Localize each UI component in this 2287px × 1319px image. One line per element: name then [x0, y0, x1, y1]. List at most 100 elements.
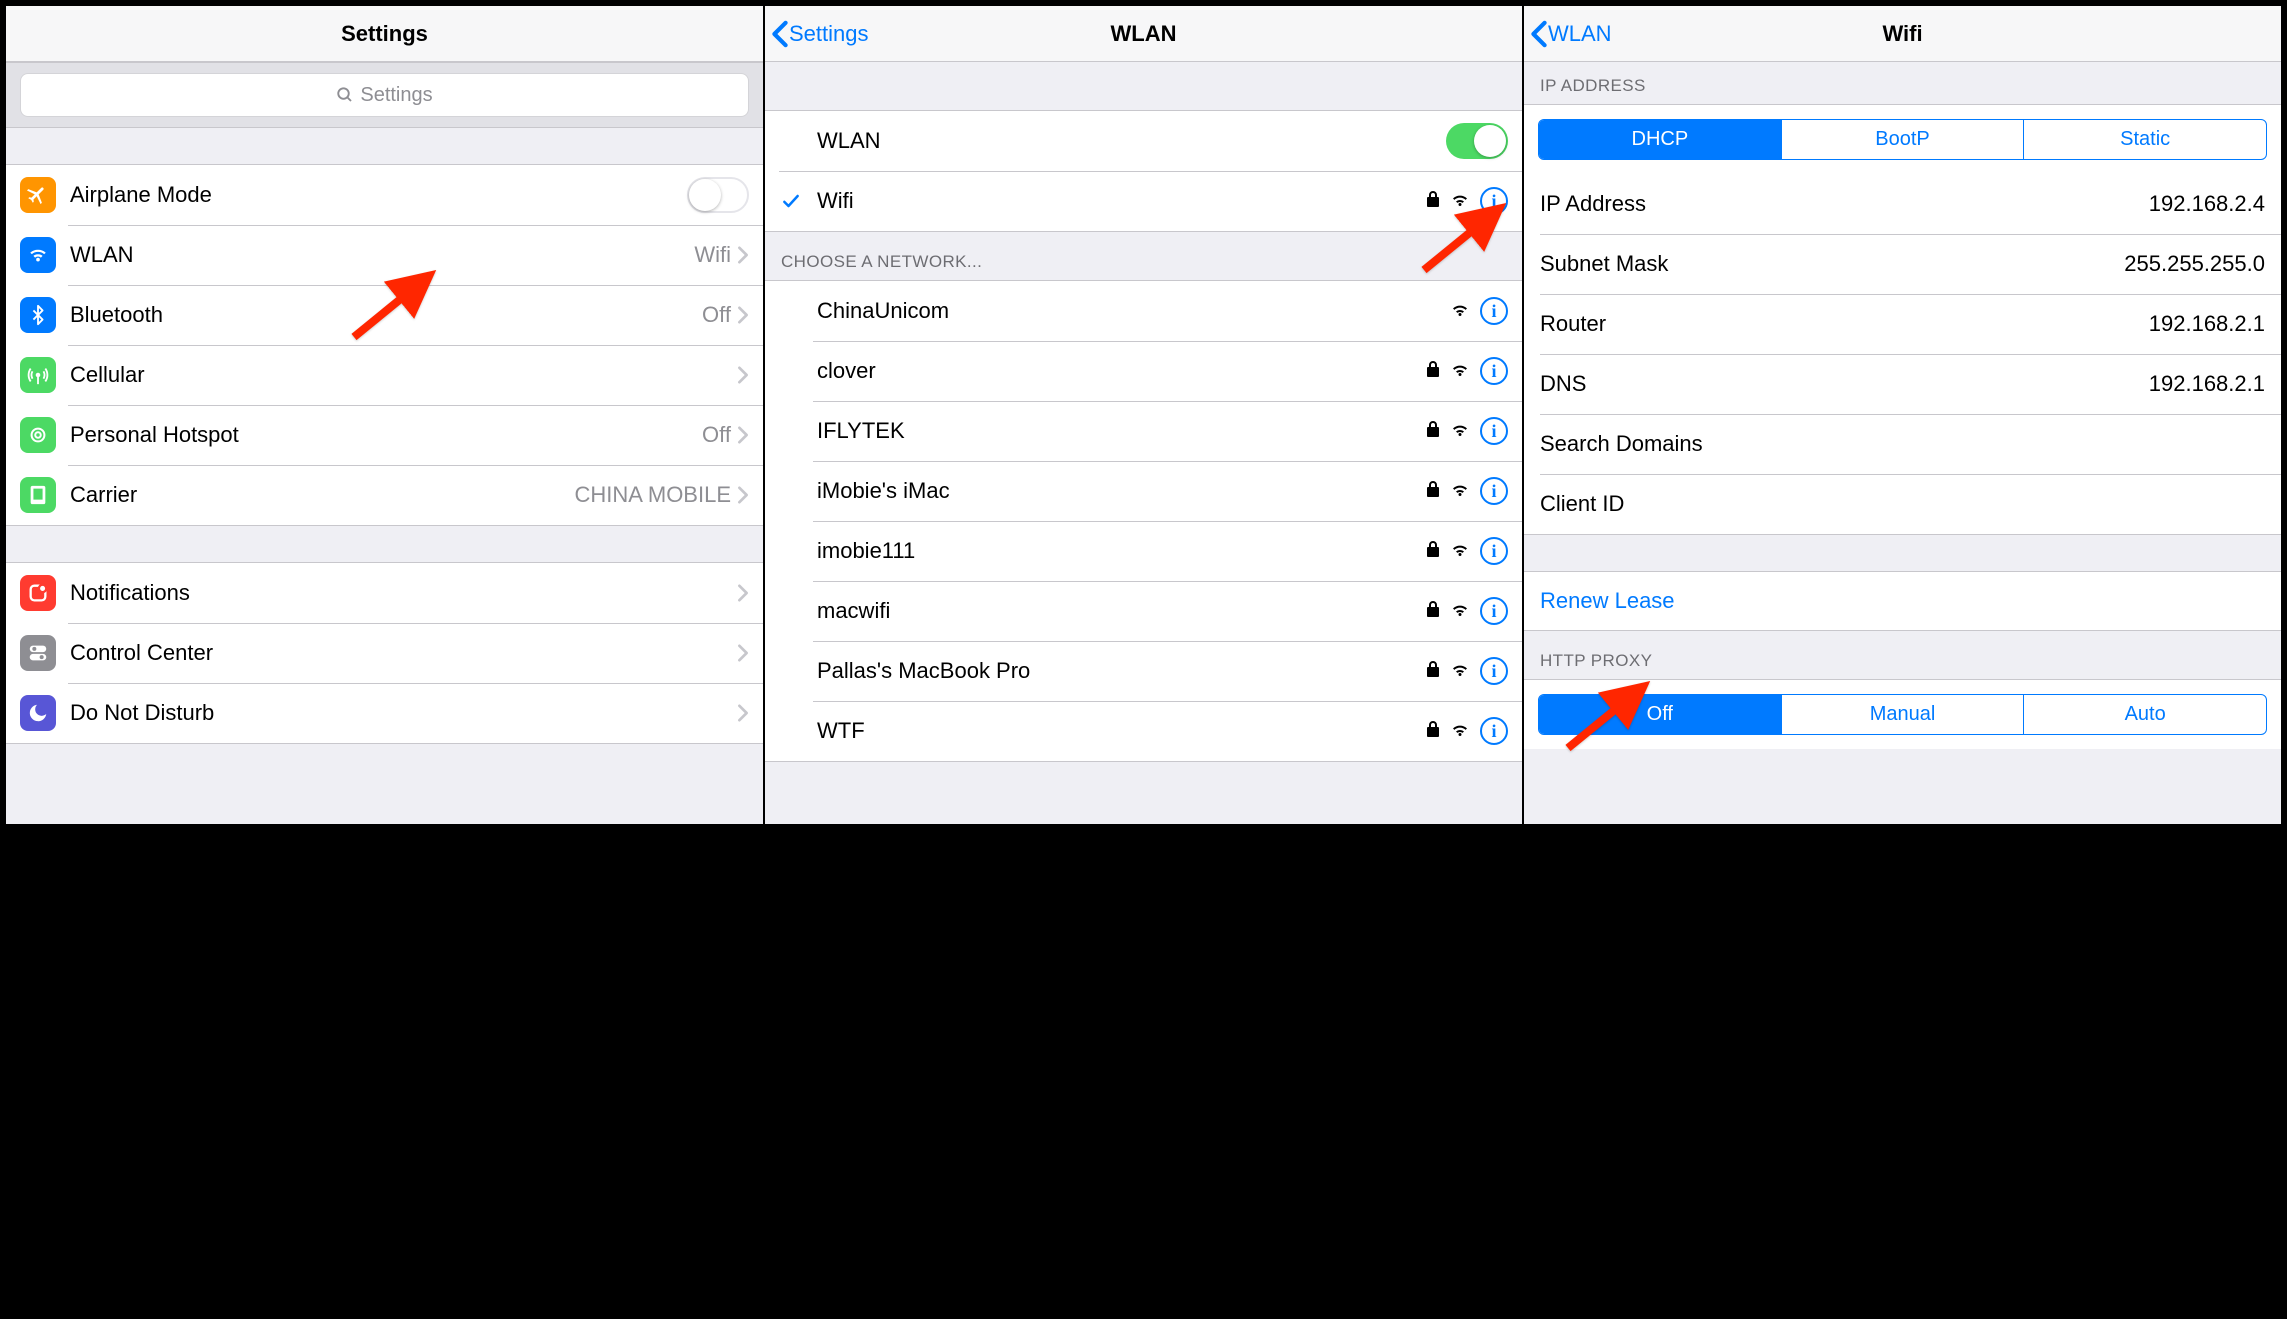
wifi-icon	[1450, 298, 1470, 324]
network-name: imobie111	[817, 538, 1426, 564]
connected-network-name: Wifi	[817, 188, 1426, 214]
back-label: WLAN	[1548, 21, 1612, 47]
settings-row-label: Bluetooth	[70, 302, 702, 328]
chevron-left-icon	[771, 20, 789, 48]
settings-row-notifications[interactable]: Notifications	[6, 563, 763, 623]
chevron-right-icon	[737, 246, 749, 264]
lock-icon	[1426, 598, 1440, 624]
info-button[interactable]: i	[1480, 477, 1508, 505]
ip-address-header: IP ADDRESS	[1524, 62, 2281, 104]
wifi-icon	[1450, 718, 1470, 744]
wifi-icon	[1450, 598, 1470, 624]
page-title: Wifi	[1882, 21, 1922, 47]
network-name: ChinaUnicom	[817, 298, 1450, 324]
chevron-left-icon	[1530, 20, 1548, 48]
lock-icon	[1426, 358, 1440, 384]
page-title: WLAN	[1111, 21, 1177, 47]
settings-row-bluetooth[interactable]: BluetoothOff	[6, 285, 763, 345]
segment-dhcp[interactable]: DHCP	[1539, 120, 1781, 159]
chevron-right-icon	[737, 426, 749, 444]
segment-manual[interactable]: Manual	[1781, 695, 2024, 734]
settings-row-wlan[interactable]: WLANWifi	[6, 225, 763, 285]
back-button[interactable]: WLAN	[1530, 20, 1612, 48]
network-row[interactable]: ChinaUnicom i	[765, 281, 1522, 341]
wlan-toggle-row[interactable]: WLAN	[765, 111, 1522, 171]
back-label: Settings	[789, 21, 869, 47]
cellular-icon	[20, 357, 56, 393]
lock-icon	[1426, 538, 1440, 564]
settings-row-controlcenter[interactable]: Control Center	[6, 623, 763, 683]
network-name: Pallas's MacBook Pro	[817, 658, 1426, 684]
network-row[interactable]: WTFi	[765, 701, 1522, 761]
notifications-icon	[20, 575, 56, 611]
info-button[interactable]: i	[1480, 357, 1508, 385]
info-button[interactable]: i	[1480, 717, 1508, 745]
lock-icon	[1426, 188, 1440, 214]
network-row[interactable]: iMobie's iMac i	[765, 461, 1522, 521]
segment-static[interactable]: Static	[2023, 120, 2266, 159]
segment-bootp[interactable]: BootP	[1781, 120, 2024, 159]
segment-auto[interactable]: Auto	[2023, 695, 2266, 734]
field-label: Client ID	[1540, 491, 2265, 517]
network-name: iMobie's iMac	[817, 478, 1426, 504]
wlan-toggle[interactable]	[1446, 123, 1508, 159]
chevron-right-icon	[737, 306, 749, 324]
field-row[interactable]: Router192.168.2.1	[1524, 294, 2281, 354]
settings-row-label: Notifications	[70, 580, 737, 606]
segment-off[interactable]: Off	[1539, 695, 1781, 734]
renew-lease-label: Renew Lease	[1540, 588, 1675, 613]
wifi-icon	[1450, 658, 1470, 684]
wlan-toggle-label: WLAN	[817, 128, 1446, 154]
dnd-icon	[20, 695, 56, 731]
settings-row-cellular[interactable]: Cellular	[6, 345, 763, 405]
network-row[interactable]: imobie111 i	[765, 521, 1522, 581]
field-label: IP Address	[1540, 191, 2149, 217]
settings-row-carrier[interactable]: CarrierCHINA MOBILE	[6, 465, 763, 525]
info-button[interactable]: i	[1480, 537, 1508, 565]
network-row[interactable]: IFLYTEKi	[765, 401, 1522, 461]
bluetooth-icon	[20, 297, 56, 333]
wifi-icon	[1450, 478, 1470, 504]
airplane-icon	[20, 177, 56, 213]
settings-row-airplane[interactable]: Airplane Mode	[6, 165, 763, 225]
network-row[interactable]: Pallas's MacBook Pro i	[765, 641, 1522, 701]
wlan-icon	[20, 237, 56, 273]
field-row[interactable]: Search Domains	[1524, 414, 2281, 474]
settings-row-label: Airplane Mode	[70, 182, 687, 208]
settings-row-label: Do Not Disturb	[70, 700, 737, 726]
http-proxy-header: HTTP PROXY	[1524, 631, 2281, 679]
settings-row-label: Personal Hotspot	[70, 422, 702, 448]
carrier-icon	[20, 477, 56, 513]
hotspot-icon	[20, 417, 56, 453]
field-value: 192.168.2.1	[2149, 371, 2265, 397]
renew-lease-button[interactable]: Renew Lease	[1524, 571, 2281, 631]
search-input[interactable]: Settings	[20, 73, 749, 117]
field-row[interactable]: DNS192.168.2.1	[1524, 354, 2281, 414]
network-name: macwifi	[817, 598, 1426, 624]
info-button[interactable]: i	[1480, 187, 1508, 215]
network-row[interactable]: clover i	[765, 341, 1522, 401]
info-button[interactable]: i	[1480, 597, 1508, 625]
airplane-toggle[interactable]	[687, 177, 749, 213]
info-button[interactable]: i	[1480, 297, 1508, 325]
field-row[interactable]: Subnet Mask255.255.255.0	[1524, 234, 2281, 294]
info-button[interactable]: i	[1480, 417, 1508, 445]
wifi-icon	[1450, 538, 1470, 564]
navbar: WLAN Wifi	[1524, 6, 2281, 62]
settings-row-detail: CHINA MOBILE	[575, 482, 731, 508]
info-button[interactable]: i	[1480, 657, 1508, 685]
ip-mode-segment: DHCPBootPStatic	[1538, 119, 2267, 160]
settings-row-label: Cellular	[70, 362, 731, 388]
connected-network-row[interactable]: Wifi i	[765, 171, 1522, 231]
back-button[interactable]: Settings	[771, 20, 869, 48]
checkmark-icon	[779, 191, 803, 211]
field-row[interactable]: IP Address192.168.2.4	[1524, 174, 2281, 234]
settings-row-hotspot[interactable]: Personal HotspotOff	[6, 405, 763, 465]
field-row[interactable]: Client ID	[1524, 474, 2281, 534]
settings-row-dnd[interactable]: Do Not Disturb	[6, 683, 763, 743]
page-title: Settings	[341, 21, 428, 47]
network-name: clover	[817, 358, 1426, 384]
wifi-icon	[1450, 418, 1470, 444]
section-spacer	[6, 128, 763, 164]
network-row[interactable]: macwifi i	[765, 581, 1522, 641]
